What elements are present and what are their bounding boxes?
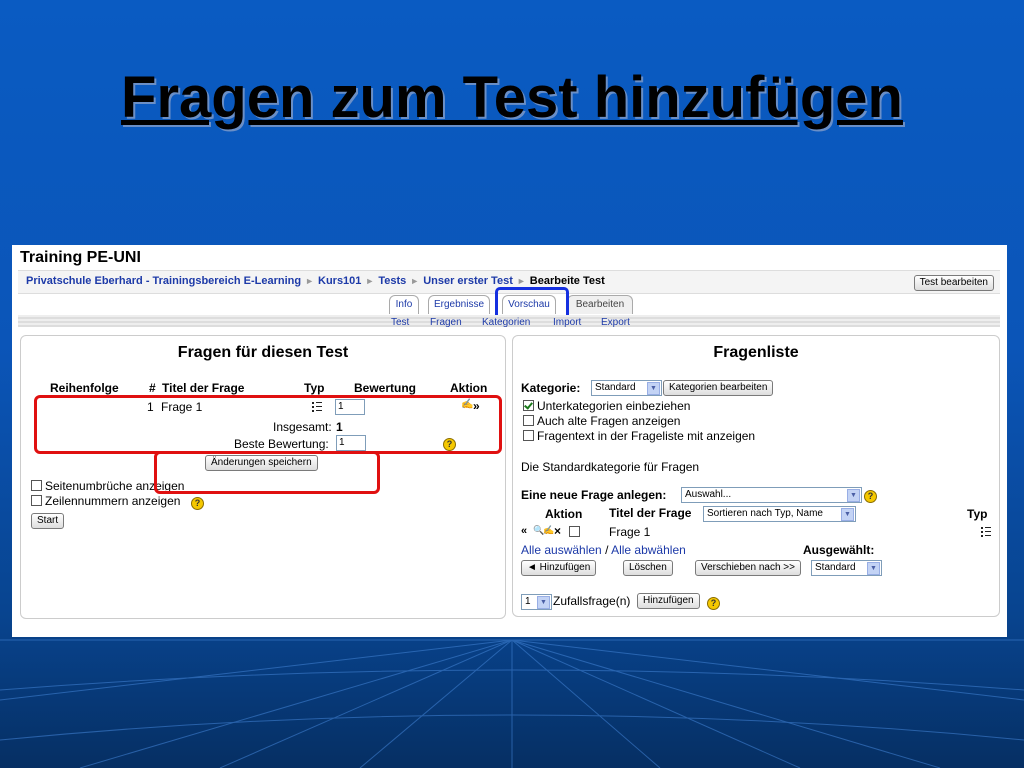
start-button[interactable]: Start	[31, 513, 65, 529]
subtab-questions[interactable]: Fragen	[430, 317, 462, 328]
chevron-down-icon: ▼	[847, 489, 860, 502]
moodle-screenshot: Training PE-UNI Privatschule Eberhard - …	[12, 245, 1007, 637]
edit-icon[interactable]: ✍	[543, 525, 554, 536]
help-icon[interactable]: ?	[864, 490, 877, 503]
bank-col-title: Titel der Frage	[609, 506, 692, 520]
checkbox-icon[interactable]	[523, 415, 534, 426]
move-selected-button[interactable]: Verschieben nach >>	[695, 560, 801, 576]
option-question-text-label: Fragentext in der Frageliste mit anzeige…	[537, 429, 756, 443]
edit-test-button[interactable]: Test bearbeiten	[913, 275, 994, 291]
sort-select-value: Sortieren nach Typ, Name	[707, 508, 823, 519]
breadcrumb-item-course[interactable]: Kurs101	[318, 275, 361, 287]
quiz-panel-title: Fragen für diesen Test	[177, 344, 349, 361]
help-icon[interactable]: ?	[707, 597, 720, 610]
selected-label: Ausgewählt:	[803, 543, 875, 557]
breadcrumb: Privatschule Eberhard - Trainingsbereich…	[26, 275, 605, 287]
bank-col-type: Typ	[967, 507, 988, 521]
line-numbers-label: Zeilennummern anzeigen	[45, 494, 181, 508]
new-question-label: Eine neue Frage anlegen:	[521, 488, 667, 502]
subtab-export[interactable]: Export	[601, 317, 630, 328]
add-to-quiz-icon[interactable]: «	[521, 525, 527, 537]
breadcrumb-separator-icon: ►	[365, 276, 375, 286]
bank-row-title: Frage 1	[609, 525, 651, 539]
col-order: Reihenfolge	[50, 381, 119, 395]
breadcrumb-item-quiz[interactable]: Unser erster Test	[423, 275, 513, 287]
multichoice-type-icon	[981, 527, 991, 537]
subtab-import[interactable]: Import	[553, 317, 581, 328]
col-action: Aktion	[450, 381, 488, 395]
option-old-questions-label: Auch alte Fragen anzeigen	[537, 414, 681, 428]
help-icon[interactable]: ?	[191, 497, 204, 510]
delete-selected-button[interactable]: Löschen	[623, 560, 673, 576]
breadcrumb-item-tests[interactable]: Tests	[378, 275, 406, 287]
col-number: #	[149, 381, 156, 395]
tab-results[interactable]: Ergebnisse	[428, 295, 490, 314]
sort-select[interactable]: Sortieren nach Typ, Name ▼	[703, 506, 856, 522]
subtab-categories[interactable]: Kategorien	[482, 317, 530, 328]
category-select[interactable]: Standard ▼	[591, 380, 662, 396]
random-add-button[interactable]: Hinzufügen	[637, 593, 700, 609]
chevron-down-icon: ▼	[841, 508, 854, 521]
category-label: Kategorie:	[521, 381, 581, 395]
category-description: Die Standardkategorie für Fragen	[521, 460, 700, 474]
col-title: Titel der Frage	[162, 381, 245, 395]
random-count-value: 1	[525, 596, 531, 607]
slide-title: Fragen zum Test hinzufügen	[121, 65, 903, 130]
highlight-save-button	[154, 451, 380, 494]
highlight-question-row	[34, 395, 502, 454]
select-all-link[interactable]: Alle auswählen	[521, 543, 602, 557]
chevron-down-icon: ▼	[647, 382, 660, 395]
checkbox-checked-icon[interactable]	[523, 400, 534, 411]
select-question-checkbox[interactable]	[569, 525, 583, 539]
bank-panel-title: Fragenliste	[713, 344, 799, 361]
option-old-questions[interactable]: Auch alte Fragen anzeigen	[523, 414, 680, 428]
breadcrumb-separator-icon: ►	[410, 276, 420, 286]
chevron-down-icon: ▼	[867, 562, 880, 575]
col-type: Typ	[304, 381, 325, 395]
checkbox-icon[interactable]	[569, 526, 580, 537]
selection-links: Alle auswählen / Alle abwählen	[521, 543, 686, 557]
checkbox-icon[interactable]	[31, 495, 42, 506]
breadcrumb-item-school[interactable]: Privatschule Eberhard - Trainingsbereich…	[26, 275, 301, 287]
chevron-down-icon: ▼	[537, 596, 550, 609]
random-count-select[interactable]: 1 ▼	[521, 594, 552, 610]
breadcrumb-current: Bearbeite Test	[529, 275, 605, 287]
tab-info[interactable]: Info	[389, 295, 419, 314]
checkbox-icon[interactable]	[31, 480, 42, 491]
tab-edit[interactable]: Bearbeiten	[567, 295, 633, 314]
add-selected-button[interactable]: ◄ Hinzufügen	[521, 560, 597, 576]
random-label: Zufallsfrage(n)	[553, 594, 631, 608]
deselect-all-link[interactable]: Alle abwählen	[611, 543, 686, 557]
col-grade: Bewertung	[354, 381, 417, 395]
bank-col-action: Aktion	[545, 507, 583, 521]
breadcrumb-separator-icon: ►	[516, 276, 526, 286]
subtab-test[interactable]: Test	[391, 317, 409, 328]
option-question-text[interactable]: Fragentext in der Frageliste mit anzeige…	[523, 429, 755, 443]
move-target-value: Standard	[815, 562, 856, 573]
option-subcategories-label: Unterkategorien einbeziehen	[537, 399, 691, 413]
question-bank-panel: Fragenliste Kategorie: Standard ▼ Kategor…	[512, 335, 1000, 617]
selection-separator: /	[605, 543, 609, 557]
new-question-select-value: Auswahl...	[685, 489, 732, 500]
new-question-select[interactable]: Auswahl... ▼	[681, 487, 862, 503]
category-select-value: Standard	[595, 382, 636, 393]
breadcrumb-separator-icon: ►	[305, 276, 314, 286]
site-title: Training PE-UNI	[20, 249, 141, 266]
checkbox-icon[interactable]	[523, 430, 534, 441]
option-subcategories[interactable]: Unterkategorien einbeziehen	[523, 399, 690, 413]
line-numbers-option[interactable]: Zeilennummern anzeigen	[31, 494, 180, 508]
edit-categories-button[interactable]: Kategorien bearbeiten	[663, 380, 774, 396]
move-target-select[interactable]: Standard ▼	[811, 560, 882, 576]
delete-icon[interactable]: ×	[554, 524, 561, 538]
